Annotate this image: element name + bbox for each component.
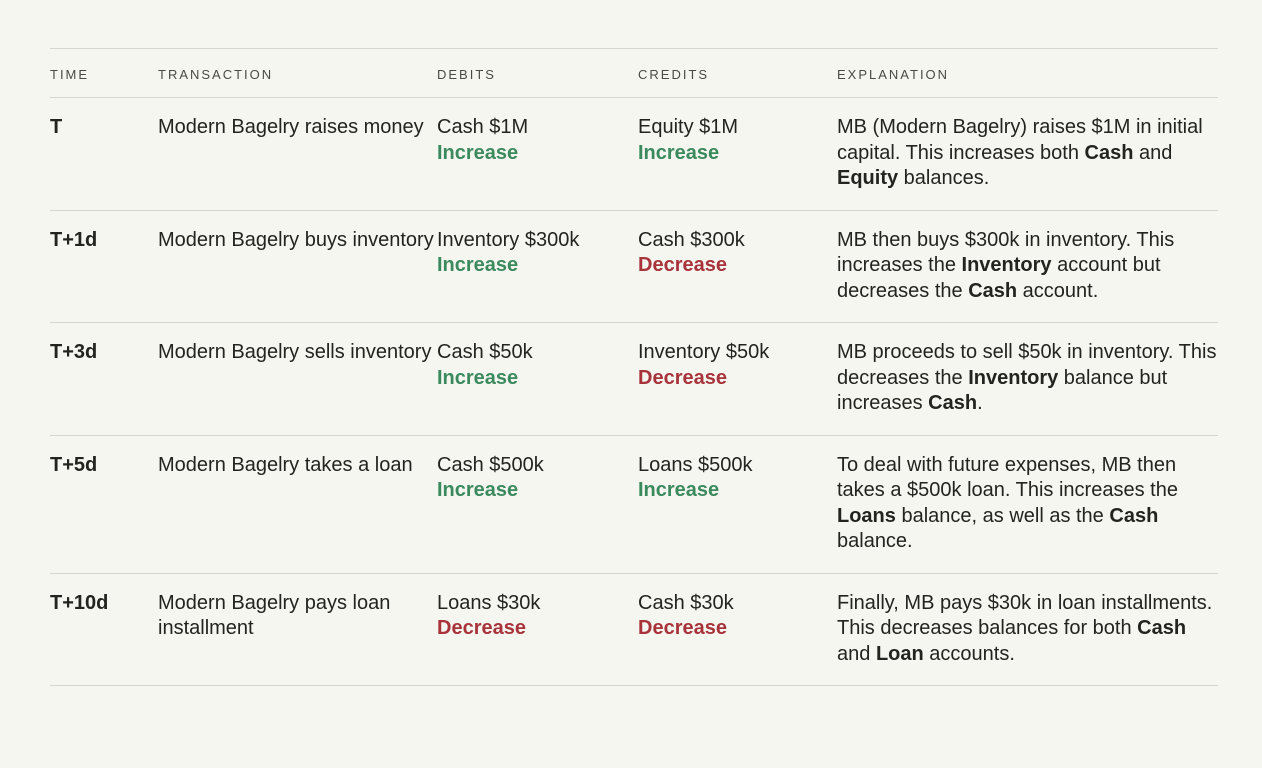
table-body: T Modern Bagelry raises money Cash $1M I… xyxy=(50,97,1218,686)
explanation-emphasis: Inventory xyxy=(961,254,1052,276)
debit-change-label: Increase xyxy=(437,254,519,276)
column-header-time: TIME xyxy=(50,66,90,82)
explanation-text: account. xyxy=(1017,279,1099,302)
debit-change-label: Decrease xyxy=(437,617,526,639)
debit-amount: Loans $30k xyxy=(437,591,541,614)
debit-amount: Inventory $300k xyxy=(437,228,580,251)
credit-cell: Cash $30k Decrease xyxy=(638,591,837,668)
explanation-text: and xyxy=(1133,141,1173,164)
transaction-cell: Modern Bagelry raises money xyxy=(158,116,424,138)
credit-amount: Inventory $50k xyxy=(638,341,770,363)
explanation-cell: To deal with future expenses, MB then ta… xyxy=(837,453,1218,555)
ledger-table: TIME TRANSACTION DEBITS CREDITS EXPLANAT… xyxy=(50,48,1218,686)
debit-cell: Inventory $300k Increase xyxy=(437,228,638,305)
credit-cell: Loans $500k Increase xyxy=(638,453,837,555)
debit-cell: Loans $30k Decrease xyxy=(437,591,638,668)
table-row: T+3d Modern Bagelry sells inventory Cash… xyxy=(50,322,1218,435)
credit-change-label: Decrease xyxy=(638,617,727,639)
debit-amount: Cash $50k xyxy=(437,341,533,363)
debit-change-label: Increase xyxy=(437,479,519,501)
debit-change-label: Increase xyxy=(437,366,519,389)
debit-amount: Cash $500k xyxy=(437,453,544,476)
explanation-emphasis: Cash xyxy=(928,392,978,414)
explanation-text: accounts. xyxy=(923,642,1015,665)
explanation-emphasis: Loans xyxy=(837,504,896,527)
explanation-text: . xyxy=(977,392,983,414)
explanation-emphasis: Loan xyxy=(875,642,924,665)
credit-change-label: Decrease xyxy=(638,366,727,389)
column-header-credits: CREDITS xyxy=(638,66,710,82)
credit-cell: Inventory $50k Decrease xyxy=(638,340,837,417)
explanation-emphasis: Equity xyxy=(837,167,899,189)
credit-change-label: Decrease xyxy=(638,254,727,276)
explanation-text: balances. xyxy=(898,167,990,189)
column-header-transaction: TRANSACTION xyxy=(158,66,274,82)
credit-amount: Cash $30k xyxy=(638,591,734,614)
time-cell: T+3d xyxy=(50,341,98,363)
credit-amount: Cash $300k xyxy=(638,228,745,251)
credit-change-label: Increase xyxy=(638,141,720,164)
explanation-emphasis: Cash xyxy=(1137,617,1187,639)
column-header-explanation: EXPLANATION xyxy=(837,66,950,82)
explanation-cell: MB proceeds to sell $50k in inventory. T… xyxy=(837,340,1218,417)
transaction-cell: Modern Bagelry takes a loan xyxy=(158,453,413,476)
table-row: T+10d Modern Bagelry pays loan installme… xyxy=(50,572,1218,686)
credit-cell: Cash $300k Decrease xyxy=(638,228,837,305)
explanation-cell: MB then buys $300k in inventory. This in… xyxy=(837,228,1218,305)
credit-change-label: Increase xyxy=(638,479,720,501)
table-header-row: TIME TRANSACTION DEBITS CREDITS EXPLANAT… xyxy=(50,48,1218,97)
explanation-cell: MB (Modern Bagelry) raises $1M in initia… xyxy=(837,115,1218,192)
debit-change-label: Increase xyxy=(437,141,519,164)
credit-amount: Loans $500k xyxy=(638,453,753,476)
debit-cell: Cash $50k Increase xyxy=(437,340,638,417)
debit-cell: Cash $1M Increase xyxy=(437,115,638,192)
explanation-cell: Finally, MB pays $30k in loan installmen… xyxy=(837,591,1218,668)
time-cell: T xyxy=(50,116,63,138)
explanation-text: balance. xyxy=(837,530,913,552)
transaction-cell: Modern Bagelry buys inventory xyxy=(158,228,434,251)
time-cell: T+5d xyxy=(50,453,98,476)
table-row: T Modern Bagelry raises money Cash $1M I… xyxy=(50,97,1218,210)
explanation-text: balance, as well as the xyxy=(895,504,1110,527)
time-cell: T+10d xyxy=(50,591,109,614)
debit-cell: Cash $500k Increase xyxy=(437,453,638,555)
explanation-emphasis: Inventory xyxy=(968,366,1059,389)
explanation-text: To deal with future expenses, MB then ta… xyxy=(837,453,1178,502)
transaction-cell: Modern Bagelry sells inventory xyxy=(158,341,432,363)
credit-cell: Equity $1M Increase xyxy=(638,115,837,192)
transaction-cell: Modern Bagelry pays loan installment xyxy=(158,591,391,640)
credit-amount: Equity $1M xyxy=(638,116,739,138)
explanation-emphasis: Cash xyxy=(1109,504,1159,527)
time-cell: T+1d xyxy=(50,228,98,251)
explanation-text: and xyxy=(837,642,876,665)
explanation-emphasis: Cash xyxy=(1084,141,1134,164)
column-header-debits: DEBITS xyxy=(437,66,496,82)
explanation-emphasis: Cash xyxy=(968,279,1018,302)
table-row: T+1d Modern Bagelry buys inventory Inven… xyxy=(50,209,1218,323)
debit-amount: Cash $1M xyxy=(437,116,529,138)
table-row: T+5d Modern Bagelry takes a loan Cash $5… xyxy=(50,434,1218,573)
